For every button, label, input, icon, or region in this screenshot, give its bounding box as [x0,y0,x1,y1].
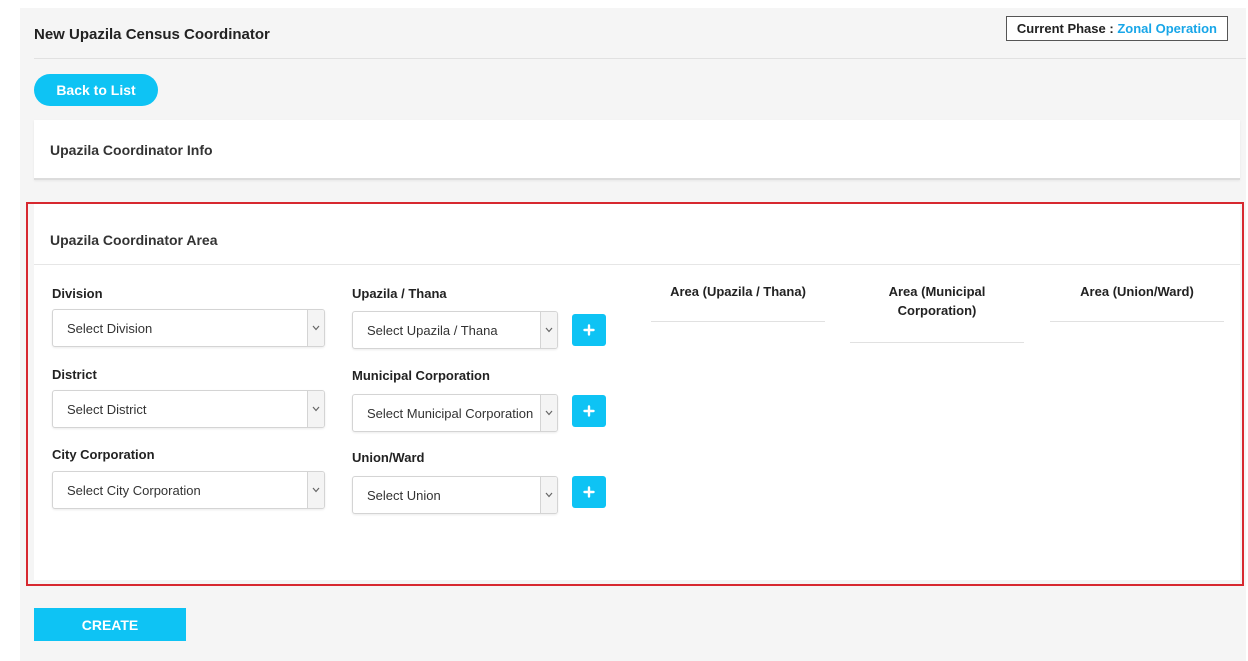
union-ward-select-value: Select Union [367,488,441,503]
chevron-down-icon [540,477,557,513]
chevron-down-icon [540,312,557,348]
coordinator-area-title: Upazila Coordinator Area [50,232,218,248]
upazila-label: Upazila / Thana [352,286,447,301]
municipal-corporation-label: Municipal Corporation [352,368,490,383]
city-corporation-select-value: Select City Corporation [67,483,201,498]
coordinator-area-section: Upazila Coordinator Area Division Select… [34,204,1240,580]
back-to-list-button[interactable]: Back to List [34,74,158,106]
coordinator-info-section[interactable]: Upazila Coordinator Info [34,120,1240,180]
union-ward-label: Union/Ward [352,450,425,465]
chevron-down-icon [307,310,324,346]
division-select-value: Select Division [67,321,153,336]
area-upazila-column-header: Area (Upazila / Thana) [670,284,806,299]
add-union-ward-button[interactable] [572,476,606,508]
title-divider [34,58,1246,59]
plus-icon [583,405,595,417]
division-label: Division [52,286,103,301]
chevron-down-icon [307,391,324,427]
municipal-corporation-select[interactable]: Select Municipal Corporation [352,394,558,432]
current-phase-badge: Current Phase : Zonal Operation [1005,16,1228,41]
area-municipal-column-header: Area (Municipal Corporation) [888,284,986,318]
union-ward-select[interactable]: Select Union [352,476,558,514]
area-union-column-divider [1050,321,1224,322]
upazila-select[interactable]: Select Upazila / Thana [352,311,558,349]
district-label: District [52,367,97,382]
city-corporation-label: City Corporation [52,447,155,462]
coordinator-area-highlight: Upazila Coordinator Area Division Select… [26,202,1244,586]
phase-value: Zonal Operation [1117,21,1217,36]
plus-icon [583,486,595,498]
area-upazila-column-divider [651,321,825,322]
division-select[interactable]: Select Division [52,309,325,347]
area-union-column-header: Area (Union/Ward) [1080,284,1194,299]
district-select[interactable]: Select District [52,390,325,428]
add-upazila-button[interactable] [572,314,606,346]
district-select-value: Select District [67,402,147,417]
upazila-select-value: Select Upazila / Thana [367,323,498,338]
chevron-down-icon [540,395,557,431]
page-title: New Upazila Census Coordinator [34,26,270,43]
city-corporation-select[interactable]: Select City Corporation [52,471,325,509]
phase-label: Current Phase : [1016,21,1114,36]
create-button[interactable]: CREATE [34,608,186,641]
page-container: New Upazila Census Coordinator Current P… [20,8,1246,661]
chevron-down-icon [307,472,324,508]
add-municipal-corporation-button[interactable] [572,395,606,427]
coordinator-info-title: Upazila Coordinator Info [50,142,213,158]
plus-icon [583,324,595,336]
municipal-corporation-select-value: Select Municipal Corporation [367,406,534,421]
area-title-divider [34,264,1240,265]
area-municipal-column-divider [850,342,1024,343]
